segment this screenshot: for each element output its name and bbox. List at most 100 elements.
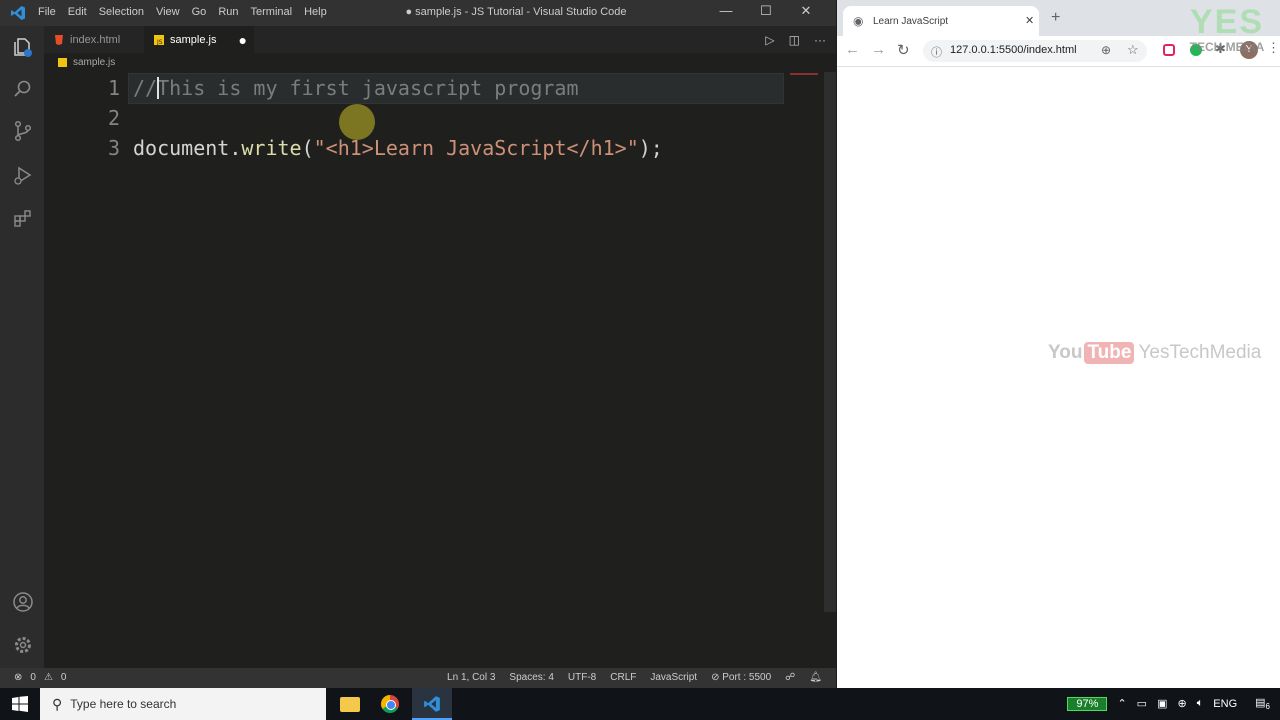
file-explorer-icon[interactable]	[330, 688, 370, 720]
run-debug-icon[interactable]	[12, 164, 34, 186]
language-mode[interactable]: JavaScript	[650, 672, 697, 683]
browser-tab-title: Learn JavaScript	[873, 16, 949, 27]
battery-badge[interactable]: 97%	[1067, 696, 1108, 711]
warning-icon: ⚠	[43, 672, 53, 683]
minimize-icon[interactable]: —	[706, 3, 746, 19]
text-cursor	[157, 77, 159, 99]
js-file-icon	[58, 58, 67, 67]
indentation[interactable]: Spaces: 4	[509, 672, 553, 683]
vscode-window: File Edit Selection View Go Run Terminal…	[0, 0, 836, 688]
search-placeholder: Type here to search	[70, 697, 177, 711]
run-icon[interactable]: ▷	[765, 33, 774, 47]
mouse-pointer-highlight	[339, 104, 375, 140]
port-label: Port : 5500	[722, 672, 772, 683]
address-bar[interactable]: ⓘ 127.0.0.1:5500/index.html ⊕ ☆	[923, 40, 1147, 62]
battery-icon[interactable]: ▭	[1137, 697, 1147, 710]
tab-index-html[interactable]: index.html	[44, 26, 152, 53]
status-right: Ln 1, Col 3 Spaces: 4 UTF-8 CRLF JavaScr…	[447, 672, 822, 683]
minimap[interactable]	[790, 73, 818, 75]
youtube-tube: Tube	[1084, 342, 1135, 364]
pocket-icon[interactable]	[1163, 44, 1175, 56]
globe-icon[interactable]: ⊕	[1177, 697, 1186, 710]
gear-icon[interactable]	[12, 634, 34, 656]
line-number: 2	[107, 106, 120, 130]
encoding[interactable]: UTF-8	[568, 672, 596, 683]
reload-icon[interactable]: ↻	[897, 41, 910, 59]
tab-label: sample.js	[170, 33, 217, 46]
js-file-icon: JS	[154, 34, 164, 45]
no-entry-icon: ⊘	[711, 672, 723, 683]
windows-start-icon[interactable]	[12, 696, 28, 712]
code-token-paren: (	[301, 136, 314, 160]
warning-count: 0	[60, 672, 67, 683]
forward-icon[interactable]: →	[871, 41, 886, 58]
breadcrumb-item[interactable]: sample.js	[73, 57, 115, 68]
url-text: 127.0.0.1:5500/index.html	[950, 44, 1077, 56]
problems-indicator[interactable]: ⊗ 0 ⚠ 0	[14, 672, 66, 683]
title-bar: File Edit Selection View Go Run Terminal…	[0, 0, 836, 26]
browser-window: ◉ Learn JavaScript ✕ + ← → ↻ ⓘ 127.0.0.1…	[837, 0, 1280, 688]
code-token-object: document	[133, 136, 230, 160]
vertical-scrollbar[interactable]	[824, 72, 836, 612]
account-icon[interactable]	[12, 591, 34, 613]
notification-icon[interactable]: ▤6	[1255, 696, 1270, 711]
vscode-taskbar-icon[interactable]	[412, 688, 452, 720]
split-editor-icon[interactable]: ◫	[789, 33, 800, 47]
source-control-icon[interactable]	[12, 120, 34, 142]
chevron-up-icon[interactable]: ⌃	[1117, 697, 1126, 710]
cursor-position[interactable]: Ln 1, Col 3	[447, 672, 495, 683]
bell-icon[interactable]: 🔔︎	[809, 672, 822, 683]
code-token-method: write	[241, 136, 302, 160]
code-comment-line[interactable]: //This is my first javascript program	[133, 76, 579, 100]
close-icon[interactable]: ✕	[786, 3, 826, 19]
line-number: 3	[107, 136, 120, 160]
system-tray: 97% ⌃ ▭ ▣ ⊕ 🔈︎ ENG ▤6	[1067, 696, 1270, 711]
error-icon: ⊗	[14, 672, 23, 683]
language-indicator[interactable]: ENG	[1213, 698, 1237, 710]
code-line-3[interactable]: document.write("<h1>Learn JavaScript</h1…	[133, 136, 663, 160]
error-count: 0	[30, 672, 36, 683]
feedback-icon[interactable]: ☍	[785, 672, 795, 683]
tab-sample-js[interactable]: JS sample.js ●	[144, 26, 254, 53]
svg-text:JS: JS	[156, 39, 163, 45]
chrome-icon[interactable]	[370, 688, 410, 720]
browser-tab[interactable]: ◉ Learn JavaScript ✕	[843, 6, 1039, 36]
notification-count: 6	[1265, 702, 1270, 712]
logo-yes: YES	[1189, 3, 1265, 41]
line-ending[interactable]: CRLF	[610, 672, 636, 683]
html-file-icon	[55, 34, 63, 45]
logo-tech-media: TECH MEDIA	[1189, 40, 1265, 54]
search-icon[interactable]	[12, 78, 34, 100]
more-actions-icon[interactable]: ···	[814, 33, 826, 47]
maximize-icon[interactable]: ☐	[746, 3, 786, 19]
breadcrumb: sample.js	[58, 57, 115, 68]
unsaved-dot-icon[interactable]: ●	[238, 32, 246, 48]
channel-logo: YES TECH MEDIA	[1184, 4, 1270, 54]
tab-label: index.html	[70, 33, 121, 46]
code-token-close: );	[638, 136, 663, 160]
explorer-icon[interactable]	[12, 36, 34, 58]
code-token-string: "<h1>Learn JavaScript</h1>"	[313, 136, 639, 160]
star-icon[interactable]: ☆	[1127, 42, 1139, 58]
editor-actions: ▷ ◫ ···	[765, 33, 826, 47]
taskbar: ⚲ Type here to search 97% ⌃ ▭ ▣ ⊕ 🔈︎ ENG…	[0, 688, 1280, 720]
volume-icon[interactable]: 🔈︎	[1197, 697, 1204, 710]
youtube-you: You	[1048, 342, 1083, 363]
globe-icon: ◉	[853, 14, 864, 28]
line-number: 1	[107, 76, 120, 100]
live-server-port[interactable]: ⊘ Port : 5500	[711, 672, 771, 683]
search-icon: ⚲	[52, 695, 63, 712]
channel-name: YesTechMedia	[1138, 342, 1262, 363]
info-icon: ⓘ	[931, 47, 942, 59]
activity-bar	[0, 26, 44, 668]
back-icon[interactable]: ←	[845, 41, 860, 58]
new-tab-icon[interactable]: +	[1051, 9, 1060, 27]
window-controls: — ☐ ✕	[706, 3, 826, 19]
extensions-icon[interactable]	[12, 208, 34, 230]
network-icon[interactable]: ▣	[1157, 697, 1167, 710]
status-bar: ⊗ 0 ⚠ 0 Ln 1, Col 3 Spaces: 4 UTF-8 CRLF…	[0, 668, 836, 688]
taskbar-search[interactable]: ⚲ Type here to search	[40, 688, 326, 720]
editor-tab-bar: index.html JS sample.js ●	[44, 26, 836, 53]
close-tab-icon[interactable]: ✕	[1025, 14, 1034, 27]
zoom-icon[interactable]: ⊕	[1101, 43, 1111, 57]
